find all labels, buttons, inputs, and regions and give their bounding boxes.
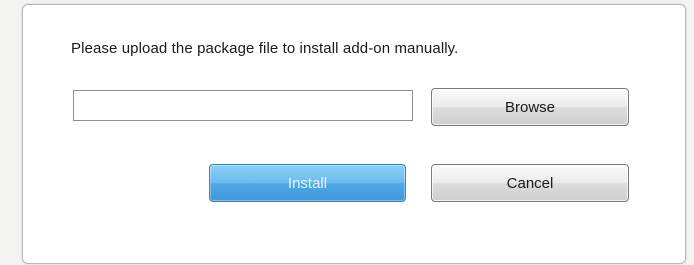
upload-addon-dialog: Please upload the package file to instal… xyxy=(22,4,686,264)
browse-button[interactable]: Browse xyxy=(431,88,629,126)
package-file-path-input[interactable] xyxy=(73,90,413,121)
cancel-button[interactable]: Cancel xyxy=(431,164,629,202)
instruction-text: Please upload the package file to instal… xyxy=(71,40,459,57)
install-button[interactable]: Install xyxy=(209,164,406,202)
